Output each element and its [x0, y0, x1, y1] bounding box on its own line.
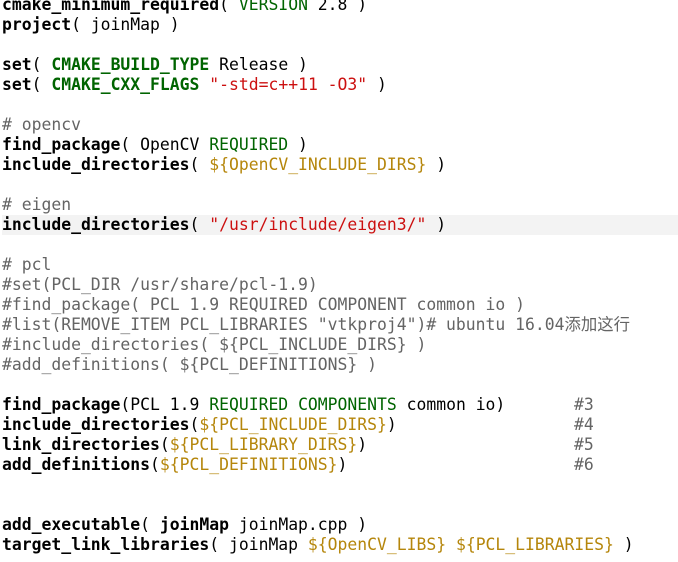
code-token: project [2, 15, 72, 34]
code-token: ${OpenCV_LIBS} [307, 535, 447, 554]
code-token: ( [159, 435, 170, 454]
code-token: # eigen [2, 195, 72, 214]
code-token: (PCL 1.9 [120, 395, 210, 414]
code-token: ${PCL_LIBRARIES} [455, 535, 614, 554]
code-token: find_package [2, 395, 121, 414]
code-token: cmake_minimum_required [2, 0, 220, 14]
code-line: set( CMAKE_BUILD_TYPE Release ) [2, 55, 678, 75]
code-line: set( CMAKE_CXX_FLAGS "-std=c++11 -O3" ) [2, 75, 678, 95]
code-line: # pcl [2, 255, 678, 275]
code-line: cmake_minimum_required( VERSION 2.8 ) [2, 0, 678, 15]
code-line: # opencv [2, 115, 678, 135]
code-token: ( [150, 455, 160, 474]
line-comment-marker: #6 [574, 455, 594, 474]
code-token: ${PCL_DEFINITIONS} [159, 455, 338, 474]
code-line: #find_package( PCL 1.9 REQUIRED COMPONEN… [2, 295, 678, 315]
code-token: #find_package( PCL 1.9 REQUIRED COMPONEN… [2, 295, 526, 314]
code-line: add_definitions(${PCL_DEFINITIONS}) #6 [2, 455, 678, 475]
code-token: Release ) [209, 55, 308, 74]
code-line: find_package(PCL 1.9 REQUIRED COMPONENTS… [2, 395, 678, 415]
code-line: link_directories(${PCL_LIBRARY_DIRS}) #5 [2, 435, 678, 455]
code-line: add_executable( joinMap joinMap.cpp ) [2, 515, 678, 535]
code-token: ${PCL_LIBRARY_DIRS} [169, 435, 358, 454]
code-token: ) [337, 455, 348, 474]
code-token: add_definitions [2, 455, 151, 474]
code-token: set [2, 75, 32, 94]
code-token: 2.8 ) [307, 0, 368, 14]
code-line: include_directories( "/usr/include/eigen… [2, 215, 678, 235]
code-token: ${OpenCV_INCLUDE_DIRS} [209, 155, 427, 174]
code-token: ) [357, 435, 368, 454]
code-token: target_link_libraries [2, 535, 210, 554]
code-token: #include_directories( ${PCL_INCLUDE_DIRS… [2, 335, 427, 354]
code-token: REQUIRED [209, 135, 289, 154]
code-token: joinMap.cpp ) [228, 515, 368, 534]
code-token: set [2, 55, 32, 74]
code-line: find_package( OpenCV REQUIRED ) [2, 135, 678, 155]
code-line: #set(PCL_DIR /usr/share/pcl-1.9) [2, 275, 678, 295]
code-token: ( [140, 515, 160, 534]
code-line: include_directories( ${OpenCV_INCLUDE_DI… [2, 155, 678, 175]
code-token: VERSION [238, 0, 308, 14]
code-line: project( joinMap ) [2, 15, 678, 35]
code-listing: cmake_minimum_required( VERSION 2.8 ) pro… [2, 0, 678, 555]
code-token: #list(REMOVE_ITEM PCL_LIBRARIES "vtkproj… [2, 315, 631, 334]
code-token: #set(PCL_DIR /usr/share/pcl-1.9) [2, 275, 318, 294]
code-line: #list(REMOVE_ITEM PCL_LIBRARIES "vtkproj… [2, 315, 678, 335]
line-comment-marker: #3 [574, 395, 594, 414]
code-token: CMAKE_BUILD_TYPE [51, 55, 210, 74]
code-token: common io) [396, 395, 506, 414]
code-token: ) [613, 535, 634, 554]
code-token: link_directories [2, 435, 160, 454]
code-line: # eigen [2, 195, 678, 215]
code-token: ${PCL_INCLUDE_DIRS} [199, 415, 387, 434]
code-token: ) [426, 155, 447, 174]
code-token: ( [31, 75, 52, 94]
code-token: ) [288, 135, 308, 154]
code-token: ) [386, 415, 397, 434]
code-token: ( [31, 55, 52, 74]
code-token: "-std=c++11 -O3" [209, 75, 368, 94]
code-token: ( [189, 215, 210, 234]
code-line: #add_definitions( ${PCL_DEFINITIONS} ) [2, 355, 678, 375]
code-token: REQUIRED [209, 395, 289, 414]
line-comment-marker: #5 [574, 435, 594, 454]
code-token: ( OpenCV [120, 135, 210, 154]
code-token: ( [189, 155, 210, 174]
code-token: include_directories [2, 155, 190, 174]
code-token: # pcl [2, 255, 52, 274]
code-line: #include_directories( ${PCL_INCLUDE_DIRS… [2, 335, 678, 355]
code-token: # opencv [2, 115, 81, 134]
code-token: ( [219, 0, 239, 14]
code-token: #add_definitions( ${PCL_DEFINITIONS} ) [2, 355, 377, 374]
code-token: ( [189, 415, 200, 434]
code-token: ) [367, 75, 387, 94]
code-line: include_directories(${PCL_INCLUDE_DIRS})… [2, 415, 678, 435]
code-token: ( joinMap [209, 535, 308, 554]
code-line: target_link_libraries( joinMap ${OpenCV_… [2, 535, 678, 555]
line-comment-marker: #4 [574, 415, 594, 434]
code-token: include_directories [2, 215, 190, 234]
code-token: ( joinMap ) [71, 15, 180, 34]
code-token: "/usr/include/eigen3/" [209, 215, 427, 234]
code-token: include_directories [2, 415, 190, 434]
code-token: ) [426, 215, 447, 234]
code-token: joinMap [159, 515, 229, 534]
code-token: CMAKE_CXX_FLAGS [51, 75, 200, 94]
code-token: find_package [2, 135, 121, 154]
code-token: add_executable [2, 515, 141, 534]
code-token: COMPONENTS [298, 395, 397, 414]
